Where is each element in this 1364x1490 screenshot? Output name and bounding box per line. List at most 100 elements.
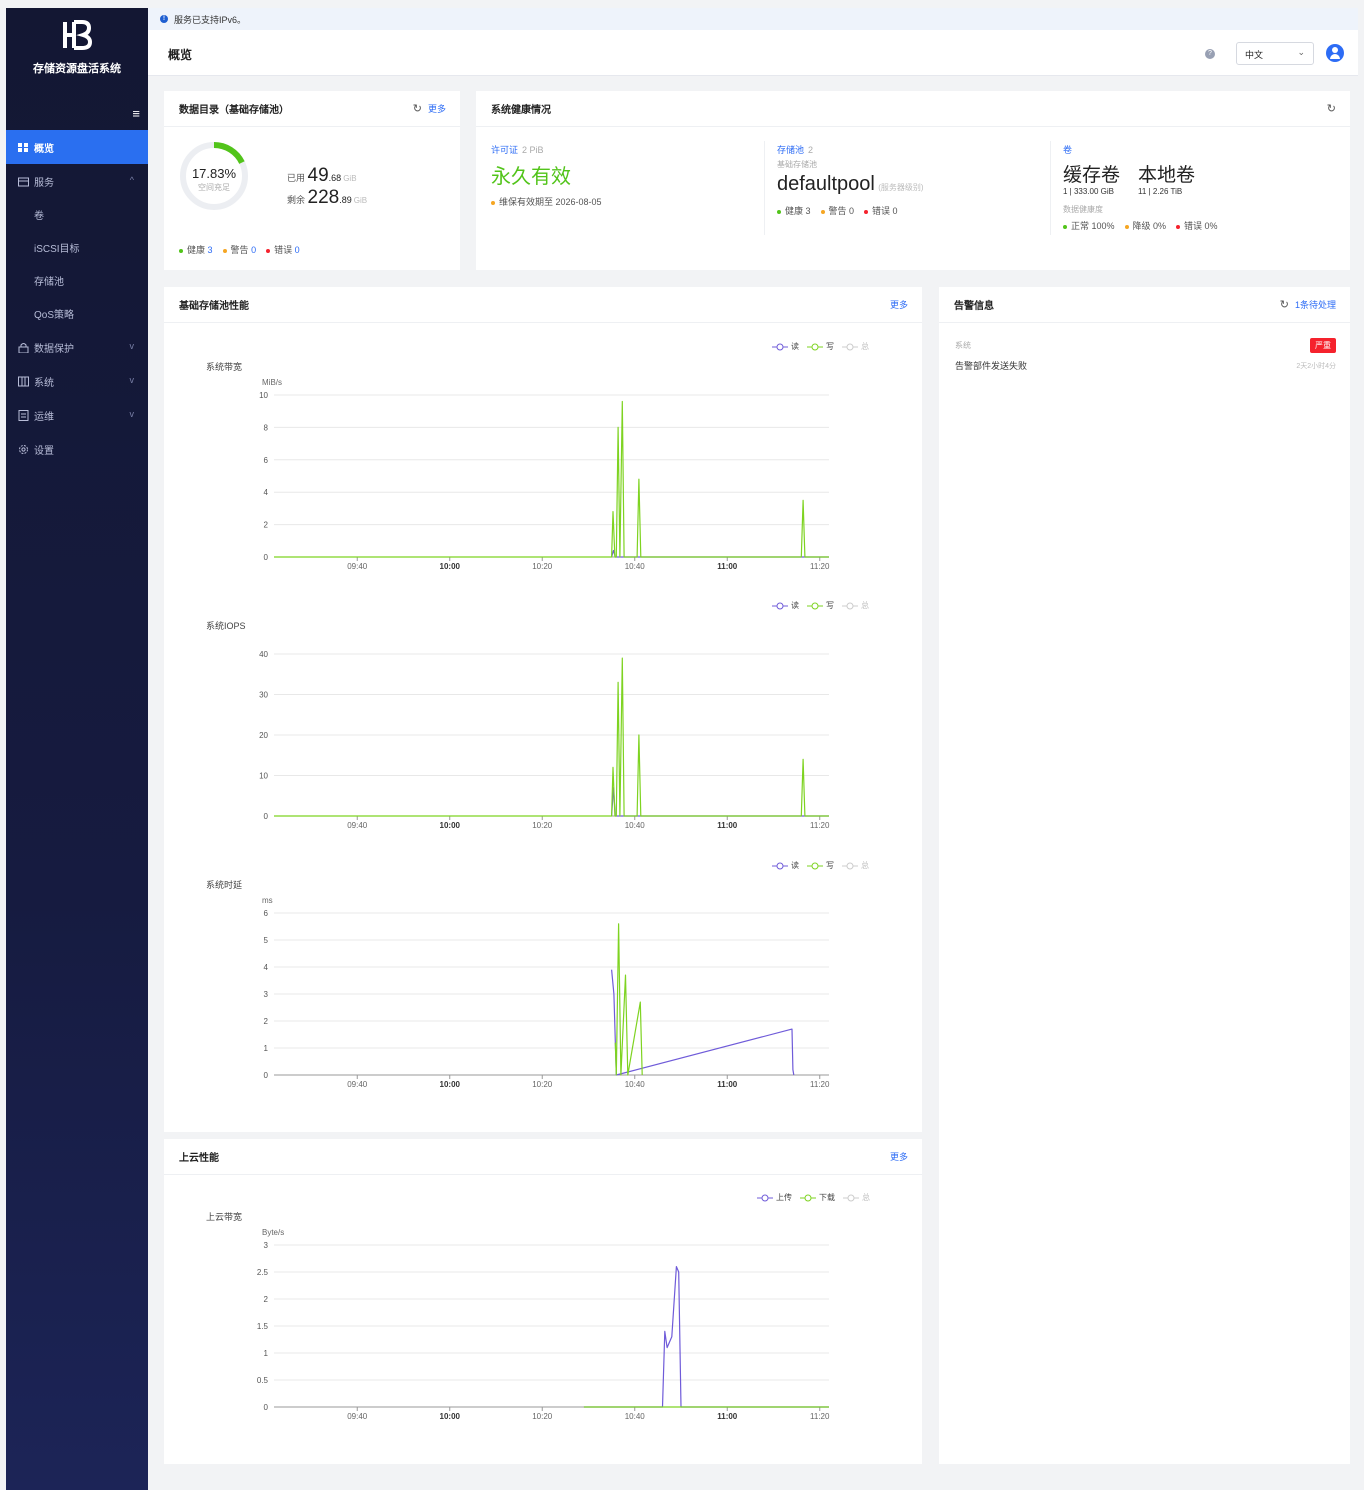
data-health-status: 正常 100% 降级 0% 错误 0% bbox=[1063, 219, 1218, 232]
y-tick-label: 6 bbox=[264, 909, 269, 918]
x-tick-label: 10:40 bbox=[625, 1080, 646, 1087]
info-icon: ! bbox=[160, 15, 168, 23]
series-line-写 bbox=[614, 923, 643, 1076]
doc-icon bbox=[18, 409, 29, 421]
more-link[interactable]: 更多 bbox=[890, 298, 908, 311]
sidebar-item-label: 系统 bbox=[34, 377, 54, 389]
language-select[interactable]: 中文 ⌄ bbox=[1236, 42, 1314, 65]
license-size: 2 PiB bbox=[522, 145, 544, 155]
pending-alerts-link[interactable]: 1条待处理 bbox=[1295, 298, 1336, 311]
legend-write[interactable]: 写 bbox=[807, 341, 834, 352]
page-header: 概览 ? 中文 ⌄ bbox=[148, 30, 1358, 76]
more-link[interactable]: 更多 bbox=[890, 1150, 908, 1163]
help-icon[interactable]: ? bbox=[1205, 49, 1215, 59]
y-tick-label: 10 bbox=[259, 772, 268, 781]
sidebar-item-ops[interactable]: 运维 v bbox=[6, 398, 148, 432]
sidebar-item-iscsi[interactable]: iSCSI目标 bbox=[6, 231, 148, 264]
sidebar-item-label: 概览 bbox=[34, 143, 54, 155]
sidebar-item-data-protection[interactable]: 数据保护 v bbox=[6, 330, 148, 364]
sidebar-menu: 概览 服务 ^ 卷 iSCSI目标 存储池 QoS策略 数据保护 v 系统 v … bbox=[6, 130, 148, 466]
legend-upload[interactable]: 上传 bbox=[757, 1192, 792, 1203]
catalog-card: 数据目录（基础存储池） ↻ 更多 17.83% 空间充足 已用 49.68 GiB… bbox=[164, 91, 460, 270]
alert-message[interactable]: 告警部件发送失败 bbox=[955, 359, 1027, 372]
perf-card: 基础存储池性能 更多 读 写 总 读 写 总 读 写 总 系统带宽 系统IOPS… bbox=[164, 287, 922, 1132]
y-tick-label: 40 bbox=[259, 650, 268, 659]
chevron-down-icon: ⌄ bbox=[1297, 47, 1305, 57]
health-error: 错误 0% bbox=[1184, 221, 1218, 231]
pool-status-legend: 健康 3 警告 0 错误 0 bbox=[179, 243, 300, 256]
legend-write[interactable]: 写 bbox=[807, 860, 834, 871]
refresh-icon[interactable]: ↻ bbox=[1327, 102, 1336, 115]
user-avatar-icon[interactable] bbox=[1326, 44, 1344, 62]
grid-icon bbox=[18, 142, 28, 152]
chevron-down-icon: v bbox=[129, 375, 135, 385]
refresh-icon[interactable]: ↻ bbox=[413, 102, 422, 115]
x-tick-label: 09:40 bbox=[347, 1080, 368, 1087]
sidebar: 存储资源盘活系统 ≡ 概览 服务 ^ 卷 iSCSI目标 存储池 QoS策略 数… bbox=[6, 8, 148, 1490]
y-tick-label: 1.5 bbox=[257, 1322, 269, 1331]
local-volume: 本地卷 11 | 2.26 TiB bbox=[1138, 165, 1196, 196]
legend-total[interactable]: 总 bbox=[843, 1192, 870, 1203]
chart-legend: 读 写 总 bbox=[772, 860, 869, 871]
chevron-down-icon: v bbox=[129, 409, 135, 419]
more-link[interactable]: 更多 bbox=[428, 102, 446, 115]
x-tick-label: 10:20 bbox=[532, 1412, 553, 1419]
y-tick-label: 2 bbox=[264, 521, 269, 530]
legend-read[interactable]: 读 bbox=[772, 600, 799, 611]
legend-read[interactable]: 读 bbox=[772, 341, 799, 352]
sidebar-item-pools[interactable]: 存储池 bbox=[6, 264, 148, 297]
pool-healthy: 健康 3 bbox=[785, 206, 811, 216]
y-tick-label: 3 bbox=[264, 1241, 269, 1250]
used-decimal: .68 bbox=[328, 173, 342, 183]
y-tick-label: 1 bbox=[264, 1044, 269, 1053]
x-tick-label: 09:40 bbox=[347, 1412, 368, 1419]
x-tick-label: 10:00 bbox=[440, 562, 461, 569]
alert-category: 系统 bbox=[955, 341, 971, 350]
legend-total[interactable]: 总 bbox=[842, 341, 869, 352]
y-tick-label: 0 bbox=[264, 1403, 269, 1412]
pool-warning: 警告 0 bbox=[828, 206, 855, 216]
pool-link[interactable]: 存储池 bbox=[777, 145, 804, 155]
legend-total[interactable]: 总 bbox=[842, 860, 869, 871]
health-card: 系统健康情况 ↻ 许可证 2 PiB 永久有效 维保有效期至 2026-08-05… bbox=[476, 91, 1350, 270]
free-stat: 剩余 228.89 GiB bbox=[287, 187, 367, 209]
refresh-icon[interactable]: ↻ bbox=[1280, 298, 1289, 311]
y-tick-label: 0 bbox=[264, 1071, 269, 1080]
pool-count: 2 bbox=[808, 145, 814, 155]
legend-download[interactable]: 下载 bbox=[800, 1192, 835, 1203]
y-tick-label: 3 bbox=[264, 990, 269, 999]
pool-status: 健康 3 警告 0 错误 0 bbox=[777, 204, 924, 217]
sidebar-item-label: 存储池 bbox=[34, 277, 64, 288]
x-tick-label: 10:40 bbox=[625, 562, 646, 569]
license-link[interactable]: 许可证 bbox=[491, 145, 518, 155]
sidebar-item-qos[interactable]: QoS策略 bbox=[6, 297, 148, 330]
x-tick-label: 10:20 bbox=[532, 821, 553, 828]
series-line-读 bbox=[611, 969, 795, 1076]
y-tick-label: 6 bbox=[264, 456, 269, 465]
chart-title: 系统带宽 bbox=[206, 362, 243, 372]
card-title: 系统健康情况 bbox=[491, 105, 551, 116]
menu-toggle-icon[interactable]: ≡ bbox=[132, 106, 140, 121]
series-line-读 bbox=[611, 549, 829, 558]
y-tick-label: 2 bbox=[264, 1017, 269, 1026]
data-health-label: 数据健康度 bbox=[1063, 205, 1103, 214]
sidebar-item-volumes[interactable]: 卷 bbox=[6, 198, 148, 231]
sidebar-item-services[interactable]: 服务 ^ bbox=[6, 164, 148, 198]
legend-write[interactable]: 写 bbox=[807, 600, 834, 611]
sidebar-item-overview[interactable]: 概览 bbox=[6, 130, 148, 164]
server-icon bbox=[18, 376, 29, 386]
chart-title: 上云带宽 bbox=[206, 1212, 243, 1222]
x-tick-label: 11:20 bbox=[810, 1080, 830, 1087]
health-normal: 正常 100% bbox=[1071, 221, 1115, 231]
chart-title: 系统时延 bbox=[206, 880, 243, 890]
latency-chart: ms 0 1 2 3 4 5 6 09:40 10:00 10:20 10:40 11:00 11:20 bbox=[262, 896, 830, 1087]
volume-link[interactable]: 卷 bbox=[1063, 145, 1072, 155]
sidebar-item-settings[interactable]: 设置 bbox=[6, 432, 148, 466]
cloud-card: 上云性能 更多 上传 下载 总 上云带宽 Byte/s 0 0.5 1 1.5 2 2.5 3… bbox=[164, 1139, 922, 1464]
x-tick-label: 11:00 bbox=[717, 1080, 738, 1087]
legend-read[interactable]: 读 bbox=[772, 860, 799, 871]
sidebar-item-system[interactable]: 系统 v bbox=[6, 364, 148, 398]
x-tick-label: 10:00 bbox=[440, 821, 461, 828]
legend-total[interactable]: 总 bbox=[842, 600, 869, 611]
page-title: 概览 bbox=[168, 48, 193, 62]
